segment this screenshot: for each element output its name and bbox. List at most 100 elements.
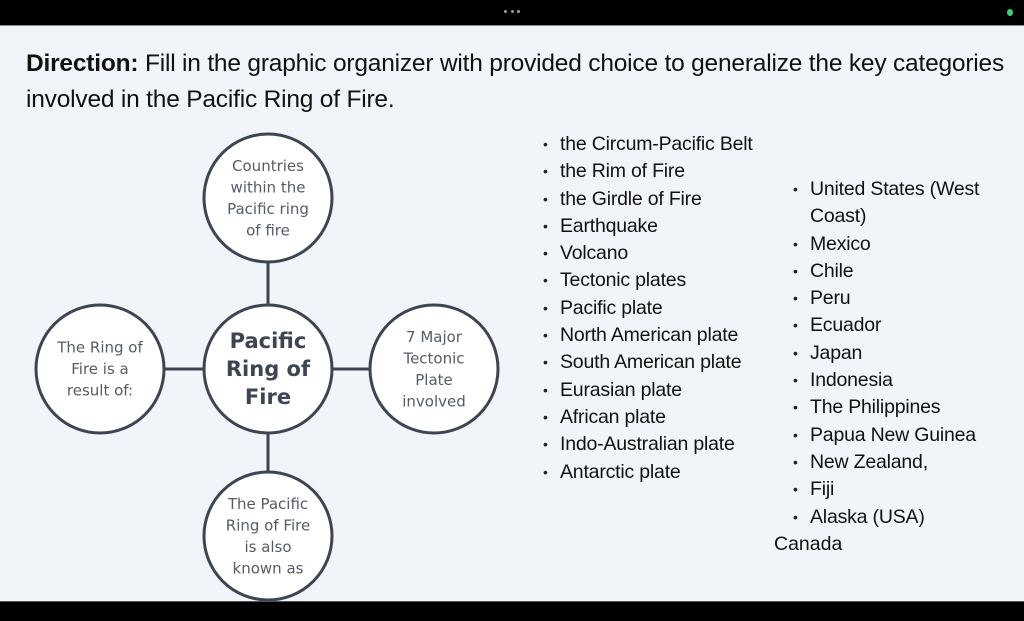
country-choice-item: • Fiji [793, 476, 1008, 503]
bullet-icon: • [543, 217, 548, 234]
node-bottom-text-line: Ring of Fire [226, 516, 310, 534]
slide: Direction: Fill in the graphic organizer… [0, 25, 1024, 602]
node-center-text-line: Pacific [230, 329, 307, 353]
bullet-icon: • [543, 136, 548, 152]
bullet-icon: • [793, 399, 798, 416]
bullet-icon: • [793, 508, 798, 525]
bullet-icon: • [543, 381, 548, 398]
choice-item-label: Eurasian plate [560, 378, 682, 401]
choice-item: • Antarctic plate [543, 459, 753, 486]
bullet-icon: • [543, 463, 548, 480]
bullet-icon: • [793, 290, 798, 307]
choice-item-label: South American plate [560, 351, 742, 374]
country-choice-item-label: Alaska (USA) [810, 505, 925, 528]
node-center-text-line: Fire [245, 385, 291, 409]
bullet-icon: • [543, 327, 548, 344]
node-top-text-line: of fire [246, 221, 290, 239]
choice-item-label: Indo-Australian plate [560, 433, 735, 456]
bullet-icon: • [793, 426, 798, 443]
node-center: Pacific Ring of Fire [202, 303, 334, 435]
choice-list-countries: • United States (West Coast) • Mexico • Chile… [793, 176, 1008, 531]
node-left-text-line: result of: [67, 382, 133, 400]
more-dots-icon[interactable] [504, 10, 520, 14]
bullet-icon: • [543, 272, 548, 289]
country-choice-item-label: Peru [810, 287, 851, 310]
choice-item: • Volcano [543, 240, 753, 267]
country-choice-item-label: Japan [810, 341, 863, 364]
node-top-text-line: Pacific ring [227, 200, 309, 218]
choice-item: • Earthquake [543, 213, 753, 240]
bullet-icon: • [793, 317, 798, 334]
country-choice-item: • Alaska (USA) [793, 504, 1008, 531]
node-bottom: The Pacific Ring of Fire is also known as [202, 470, 334, 602]
choice-item: • the Rim of Fire [543, 158, 753, 185]
bullet-icon: • [543, 190, 548, 207]
choice-item-label: Earthquake [560, 214, 658, 237]
node-right: 7 Major Tectonic Plate involved [368, 303, 500, 435]
country-choice-item-label: Ecuador [810, 314, 882, 337]
node-bottom-text-line: is also [244, 538, 291, 556]
country-choice-item: • Papua New Guinea [793, 422, 1008, 449]
choice-item: • African plate [543, 404, 753, 431]
choice-item-label: the Girdle of Fire [560, 187, 702, 210]
node-top-text-line: Countries [232, 157, 304, 175]
country-choice-item-label: Fiji [810, 478, 835, 501]
country-choice-item: • Ecuador [793, 312, 1008, 339]
country-choice-item: • Chile [793, 258, 1008, 285]
choice-item-label: Pacific plate [560, 296, 663, 319]
bullet-icon: • [543, 245, 548, 262]
country-choice-item-label: United States (West Coast) [810, 178, 980, 228]
choice-item-label: Antarctic plate [560, 460, 681, 483]
country-choice-item-label: New Zealand, [810, 450, 928, 473]
node-top-text-line: within the [231, 178, 306, 196]
country-choice-item-label: The Philippines [810, 396, 941, 419]
node-left: The Ring of Fire is a result of: [34, 303, 166, 435]
top-bar [0, 0, 1024, 25]
node-circle-top [202, 132, 334, 264]
bullet-icon: • [793, 262, 798, 279]
bullet-icon: • [543, 354, 548, 371]
node-right-text-line: 7 Major [406, 328, 463, 346]
choice-list-plates-and-names: • the Circum-Pacific Belt • the Rim of Fire… [543, 131, 753, 486]
node-circle-right [368, 303, 500, 435]
choice-item: • North American plate [543, 322, 753, 349]
status-indicator-icon [1007, 9, 1013, 16]
node-bottom-text-line: known as [233, 559, 304, 577]
country-choice-item: • Mexico [793, 231, 1008, 258]
country-choice-item: • United States (West Coast) [793, 176, 1008, 231]
choice-item: • Eurasian plate [543, 377, 753, 404]
bullet-icon: • [793, 372, 798, 389]
bullet-icon: • [543, 299, 548, 316]
bullet-icon: • [793, 344, 798, 361]
country-choice-item-label: Indonesia [810, 369, 893, 392]
bullet-icon: • [543, 163, 548, 180]
country-choice-item: • Peru [793, 285, 1008, 312]
node-right-text-line: involved [402, 392, 466, 410]
country-choice-item: • The Philippines [793, 394, 1008, 421]
choice-item-label: Volcano [560, 242, 628, 265]
choice-item-label: the Rim of Fire [560, 160, 685, 183]
bullet-icon: • [793, 235, 798, 252]
node-top: Countries within the Pacific ring of fire [202, 132, 334, 264]
choice-item-label: the Circum-Pacific Belt [560, 133, 753, 155]
country-choice-item-label: Mexico [810, 232, 871, 255]
country-choice-item: • New Zealand, [793, 449, 1008, 476]
bullet-icon: • [793, 481, 798, 498]
country-choice-item-label: Papua New Guinea [810, 423, 976, 446]
node-right-text-line: Plate [415, 371, 453, 389]
node-circle-bottom [202, 470, 334, 602]
bullet-icon: • [793, 453, 798, 470]
choice-item: • Indo-Australian plate [543, 431, 753, 458]
country-choice-item-label: Chile [810, 259, 854, 282]
choice-item-label: North American plate [560, 324, 739, 347]
choice-item-label: African plate [560, 405, 666, 428]
bottom-bar [0, 601, 1024, 621]
choice-item: • Pacific plate [543, 295, 753, 322]
extra-choice-item: Canada [774, 533, 843, 555]
node-left-text-line: Fire is a [71, 360, 128, 378]
country-choice-item: • Indonesia [793, 367, 1008, 394]
country-choice-item: • Japan [793, 340, 1008, 367]
bullet-icon: • [543, 436, 548, 453]
node-center-text-line: Ring of [226, 357, 311, 381]
choice-item: • the Girdle of Fire [543, 186, 753, 213]
